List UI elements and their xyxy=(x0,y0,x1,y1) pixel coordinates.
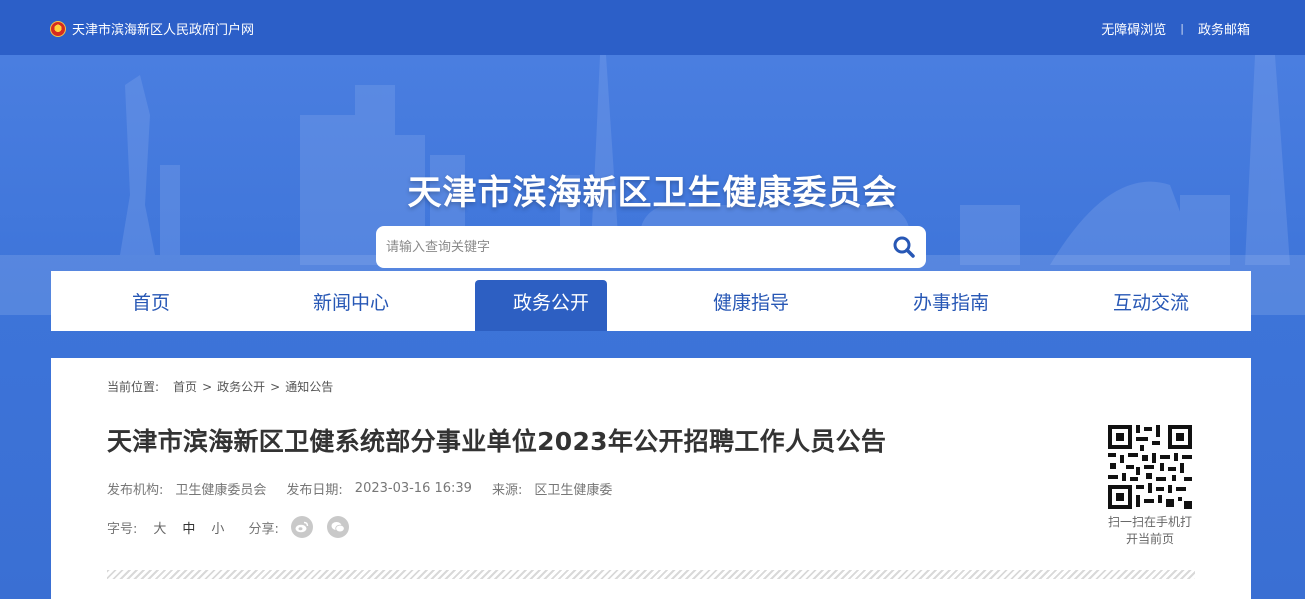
search-icon[interactable] xyxy=(892,235,916,259)
publisher-value: 卫生健康委员会 xyxy=(175,483,267,498)
nav-item-service-guide[interactable]: 办事指南 xyxy=(851,271,1051,331)
qr-caption: 扫一扫在手机打 开当前页 xyxy=(1100,514,1200,548)
top-links-separator: | xyxy=(1180,22,1184,35)
font-size-medium[interactable]: 中 xyxy=(182,518,195,537)
main-nav: 首页 新闻中心 政务公开 健康指导 办事指南 互动交流 xyxy=(51,271,1251,331)
breadcrumb-separator: > xyxy=(270,379,281,394)
nav-item-health-guide[interactable]: 健康指导 xyxy=(651,271,851,331)
font-size-label: 字号: xyxy=(107,521,138,537)
nav-item-news[interactable]: 新闻中心 xyxy=(251,271,451,331)
site-title: 天津市滨海新区卫生健康委员会 xyxy=(407,173,898,213)
publisher-label: 发布机构: xyxy=(107,483,164,498)
accessibility-link[interactable]: 无障碍浏览 xyxy=(1101,19,1166,38)
article-meta: 发布机构: 卫生健康委员会 发布日期: 2023-03-16 16:39 来源:… xyxy=(107,479,632,498)
article-tools: 字号: 大 中 小 分享: xyxy=(107,516,363,538)
breadcrumb-separator: > xyxy=(202,379,213,394)
search-box xyxy=(376,226,926,268)
article-panel: 当前位置: 首页 > 政务公开 > 通知公告 天津市滨海新区卫健系统部分事业单位… xyxy=(51,358,1251,599)
source-value: 区卫生健康委 xyxy=(534,483,613,498)
font-size-large[interactable]: 大 xyxy=(153,518,166,537)
qr-caption-line1: 扫一扫在手机打 xyxy=(1107,515,1192,529)
weibo-icon[interactable] xyxy=(290,516,313,538)
top-bar: 天津市滨海新区人民政府门户网 无障碍浏览 | 政务邮箱 xyxy=(0,0,1305,55)
nav-item-home[interactable]: 首页 xyxy=(51,271,251,331)
portal-name[interactable]: 天津市滨海新区人民政府门户网 xyxy=(72,19,254,38)
date-label: 发布日期: xyxy=(286,483,343,498)
qr-caption-line2: 开当前页 xyxy=(1125,532,1174,546)
national-emblem-icon xyxy=(50,20,66,37)
nav-item-gov-affairs[interactable]: 政务公开 xyxy=(451,271,651,331)
article-divider xyxy=(107,570,1195,579)
wechat-icon[interactable] xyxy=(326,516,349,538)
qr-code-image xyxy=(1106,423,1194,511)
breadcrumb-label: 当前位置: xyxy=(107,380,160,394)
mailbox-link[interactable]: 政务邮箱 xyxy=(1198,19,1250,38)
date-value: 2023-03-16 16:39 xyxy=(354,481,472,496)
breadcrumb: 当前位置: 首页 > 政务公开 > 通知公告 xyxy=(107,378,333,395)
source-label: 来源: xyxy=(491,483,523,498)
search-input[interactable] xyxy=(386,232,866,262)
portal-link[interactable]: 天津市滨海新区人民政府门户网 xyxy=(50,19,254,38)
breadcrumb-notices[interactable]: 通知公告 xyxy=(285,378,333,395)
breadcrumb-gov-affairs[interactable]: 政务公开 xyxy=(217,378,265,395)
article-title: 天津市滨海新区卫健系统部分事业单位2023年公开招聘工作人员公告 xyxy=(107,427,887,456)
top-links: 无障碍浏览 | 政务邮箱 xyxy=(1101,19,1250,38)
font-size-small[interactable]: 小 xyxy=(211,518,224,537)
breadcrumb-home[interactable]: 首页 xyxy=(173,378,197,395)
nav-item-interaction[interactable]: 互动交流 xyxy=(1051,271,1251,331)
share-label: 分享: xyxy=(248,521,279,537)
